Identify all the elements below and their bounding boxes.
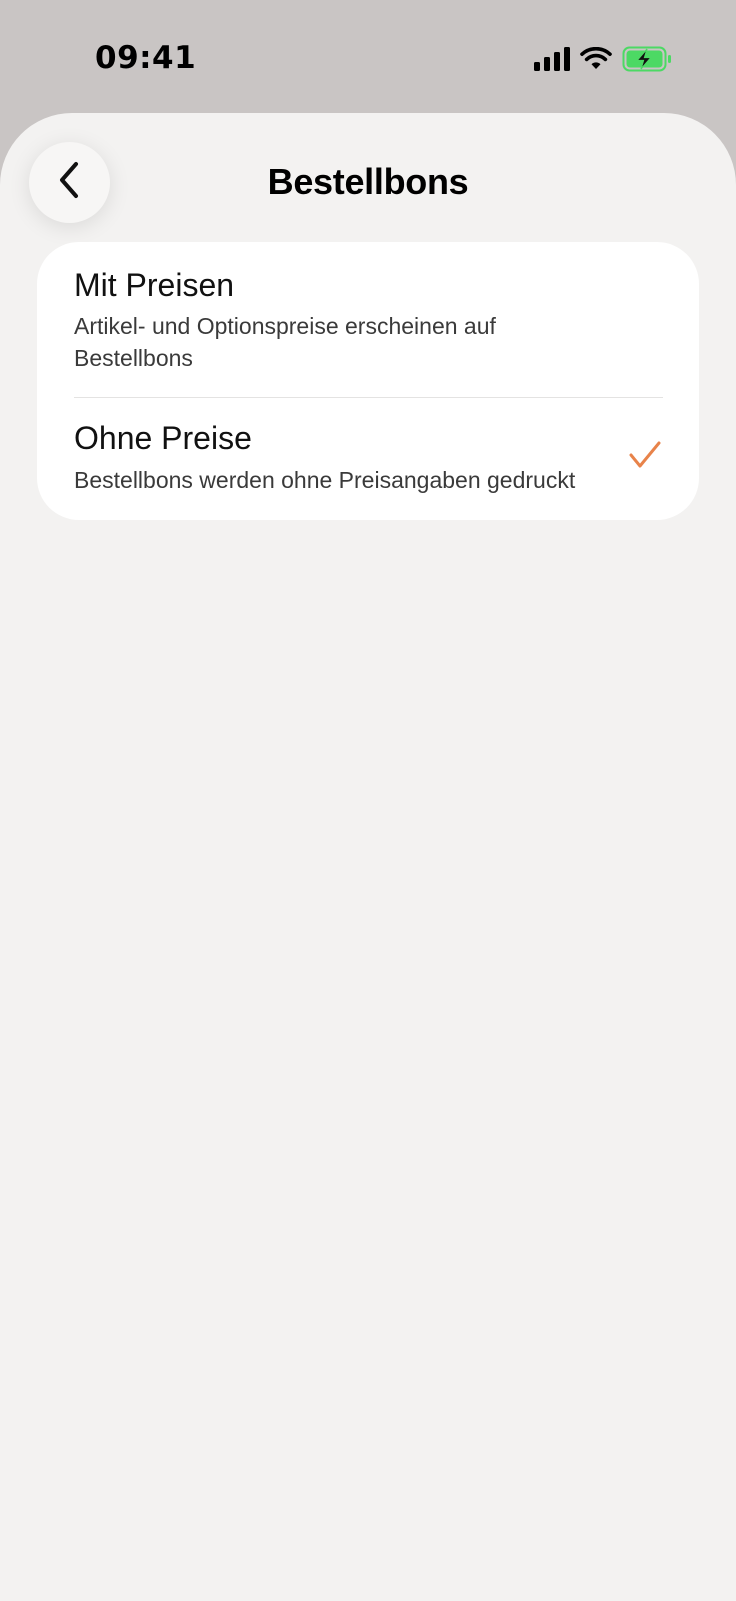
option-title: Mit Preisen <box>74 267 235 303</box>
wifi-icon <box>580 46 612 76</box>
option-with-prices[interactable]: Mit Preisen Artikel- und Optionspreise e… <box>37 242 699 397</box>
option-description: Artikel- und Optionspreise erscheinen au… <box>74 313 496 371</box>
options-card: Mit Preisen Artikel- und Optionspreise e… <box>37 242 699 520</box>
modal-sheet: Bestellbons Mit Preisen Artikel- und Opt… <box>0 113 736 1601</box>
checkmark-icon <box>628 440 662 475</box>
status-time: 09:41 <box>95 40 197 76</box>
option-without-prices[interactable]: Ohne Preise Bestellbons werden ohne Prei… <box>37 398 699 520</box>
cellular-signal-icon <box>534 47 570 76</box>
option-title: Ohne Preise <box>74 420 252 456</box>
battery-charging-icon <box>622 46 672 77</box>
page-title: Bestellbons <box>267 161 469 202</box>
status-icons <box>534 46 672 77</box>
option-description: Bestellbons werden ohne Preisangaben ged… <box>74 467 576 493</box>
status-bar: 09:41 <box>0 0 736 110</box>
